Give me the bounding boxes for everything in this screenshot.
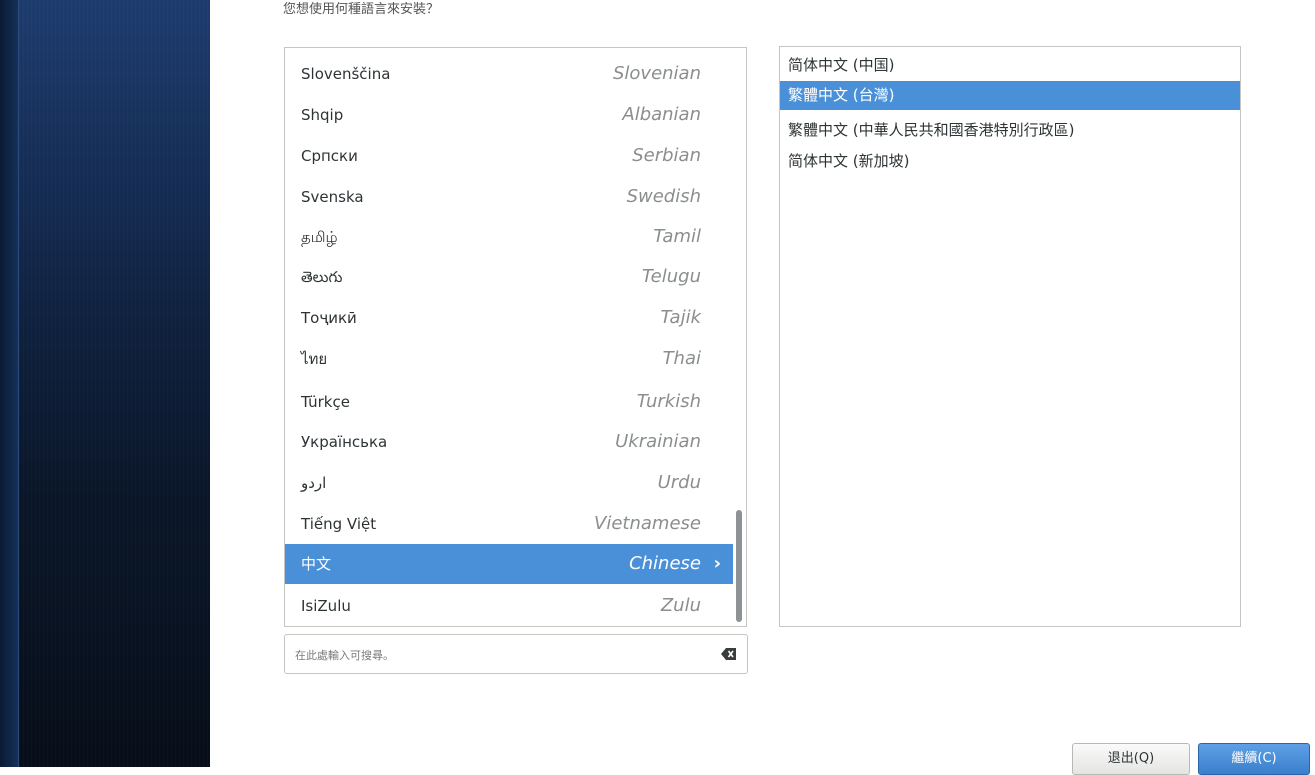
language-english-name: Tamil [653, 226, 701, 247]
language-native-name: Svenska [301, 188, 364, 206]
language-row-tajik[interactable]: Тоҷикӣ Tajik [285, 298, 733, 338]
language-native-name: Українська [301, 433, 388, 451]
language-english-name: Swedish [626, 186, 701, 207]
language-native-name: Тоҷикӣ [301, 309, 357, 327]
language-row-tamil[interactable]: தமிழ் Tamil [285, 217, 733, 257]
language-english-name: Tajik [660, 307, 701, 328]
language-search-input[interactable] [293, 643, 697, 667]
locale-row-zh-sg[interactable]: 简体中文 (新加坡) [780, 147, 1240, 176]
language-row-thai[interactable]: ไทย Thai [285, 339, 733, 379]
sidebar-panel [0, 0, 210, 767]
language-row-slovenian[interactable]: Slovenščina Slovenian [285, 54, 733, 94]
language-english-name: Slovenian [612, 63, 701, 84]
language-row-telugu[interactable]: తెలుగు Telugu [285, 257, 733, 297]
language-native-name: Türkçe [301, 393, 350, 411]
language-native-name: Shqip [301, 106, 344, 124]
language-search-box[interactable] [284, 634, 748, 674]
language-row-swedish[interactable]: Svenska Swedish [285, 177, 733, 217]
continue-button[interactable]: 繼續(C) [1198, 743, 1310, 775]
language-prompt: 您想使用何種語言來安裝？ [283, 2, 440, 17]
language-list[interactable]: Slovenščina Slovenian Shqip Albanian Срп… [284, 47, 747, 627]
language-english-name: Serbian [632, 145, 701, 166]
language-list-scrollbar[interactable] [734, 48, 746, 626]
language-native-name: اردو [301, 474, 327, 492]
locale-row-zh-tw[interactable]: 繁體中文 (台灣) [780, 81, 1240, 110]
language-english-name: Telugu [641, 266, 701, 287]
language-row-chinese[interactable]: 中文 Chinese › [285, 544, 733, 584]
language-row-ukrainian[interactable]: Українська Ukrainian [285, 422, 733, 462]
language-english-name: Turkish [636, 391, 701, 412]
language-english-name: Urdu [657, 472, 701, 493]
language-native-name: తెలుగు [301, 268, 343, 286]
sidebar-texture [19, 0, 210, 767]
language-english-name: Ukrainian [615, 431, 701, 452]
locale-row-zh-hk[interactable]: 繁體中文 (中華人民共和國香港特別行政區) [780, 116, 1240, 145]
language-row-urdu[interactable]: اردو Urdu [285, 463, 733, 503]
language-english-name: Vietnamese [594, 513, 701, 534]
language-row-zulu[interactable]: IsiZulu Zulu [285, 586, 733, 626]
language-native-name: ไทย [301, 350, 328, 368]
language-native-name: 中文 [301, 555, 332, 573]
language-row-turkish[interactable]: Türkçe Turkish [285, 382, 733, 422]
quit-button[interactable]: 退出(Q) [1072, 743, 1190, 775]
scrollbar-thumb[interactable] [736, 510, 742, 622]
language-row-serbian[interactable]: Српски Serbian [285, 136, 733, 176]
language-english-name: Chinese [629, 553, 701, 574]
locale-list[interactable]: 简体中文 (中国) 繁體中文 (台灣) 繁體中文 (中華人民共和國香港特別行政區… [779, 46, 1241, 627]
language-english-name: Thai [662, 348, 701, 369]
language-row-vietnamese[interactable]: Tiếng Việt Vietnamese [285, 504, 733, 544]
language-native-name: Slovenščina [301, 65, 391, 83]
language-native-name: IsiZulu [301, 597, 351, 615]
language-row-albanian[interactable]: Shqip Albanian [285, 95, 733, 135]
locale-row-zh-cn[interactable]: 简体中文 (中国) [780, 51, 1240, 80]
clear-backspace-icon[interactable] [721, 647, 737, 661]
language-native-name: தமிழ் [301, 228, 338, 246]
language-native-name: Tiếng Việt [301, 515, 377, 533]
language-english-name: Albanian [622, 104, 701, 125]
sidebar-edge [0, 0, 19, 767]
language-native-name: Српски [301, 147, 358, 165]
chevron-right-icon: › [713, 553, 721, 574]
language-english-name: Zulu [660, 595, 701, 616]
